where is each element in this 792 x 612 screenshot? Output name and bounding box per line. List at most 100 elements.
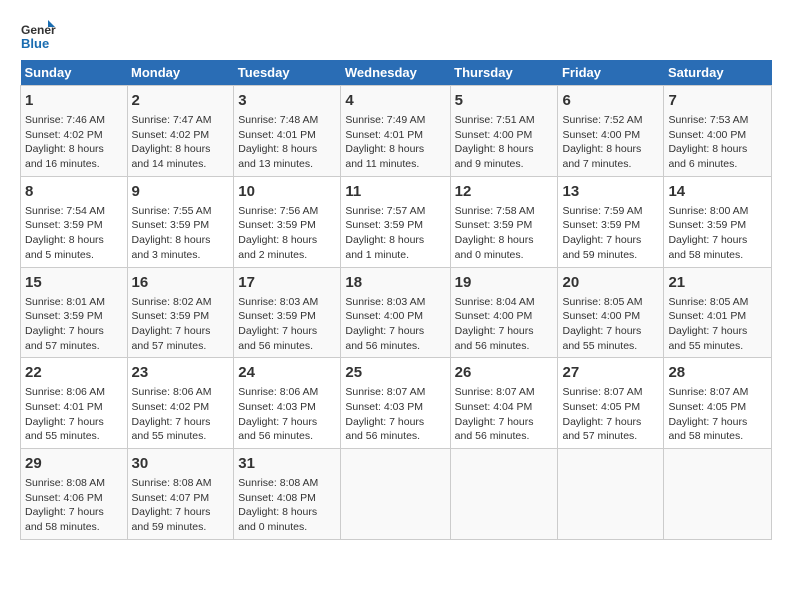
day-number: 5 bbox=[455, 90, 554, 111]
cell-content: Sunrise: 8:03 AM Sunset: 4:00 PM Dayligh… bbox=[345, 295, 445, 354]
calendar-cell: 31Sunrise: 8:08 AM Sunset: 4:08 PM Dayli… bbox=[234, 449, 341, 540]
calendar-cell: 14Sunrise: 8:00 AM Sunset: 3:59 PM Dayli… bbox=[664, 176, 772, 267]
day-number: 4 bbox=[345, 90, 445, 111]
day-number: 31 bbox=[238, 453, 336, 474]
day-number: 1 bbox=[25, 90, 123, 111]
day-number: 24 bbox=[238, 362, 336, 383]
day-number: 2 bbox=[132, 90, 230, 111]
cell-content: Sunrise: 7:56 AM Sunset: 3:59 PM Dayligh… bbox=[238, 204, 336, 263]
cell-content: Sunrise: 8:06 AM Sunset: 4:02 PM Dayligh… bbox=[132, 385, 230, 444]
header-cell-wednesday: Wednesday bbox=[341, 60, 450, 86]
cell-content: Sunrise: 8:02 AM Sunset: 3:59 PM Dayligh… bbox=[132, 295, 230, 354]
cell-content: Sunrise: 7:52 AM Sunset: 4:00 PM Dayligh… bbox=[562, 113, 659, 172]
header-cell-saturday: Saturday bbox=[664, 60, 772, 86]
day-number: 6 bbox=[562, 90, 659, 111]
day-number: 11 bbox=[345, 181, 445, 202]
day-number: 9 bbox=[132, 181, 230, 202]
day-number: 14 bbox=[668, 181, 767, 202]
calendar-cell: 3Sunrise: 7:48 AM Sunset: 4:01 PM Daylig… bbox=[234, 86, 341, 177]
cell-content: Sunrise: 7:58 AM Sunset: 3:59 PM Dayligh… bbox=[455, 204, 554, 263]
day-number: 8 bbox=[25, 181, 123, 202]
day-number: 26 bbox=[455, 362, 554, 383]
cell-content: Sunrise: 8:00 AM Sunset: 3:59 PM Dayligh… bbox=[668, 204, 767, 263]
day-number: 21 bbox=[668, 272, 767, 293]
calendar-cell: 15Sunrise: 8:01 AM Sunset: 3:59 PM Dayli… bbox=[21, 267, 128, 358]
calendar-cell: 7Sunrise: 7:53 AM Sunset: 4:00 PM Daylig… bbox=[664, 86, 772, 177]
cell-content: Sunrise: 8:04 AM Sunset: 4:00 PM Dayligh… bbox=[455, 295, 554, 354]
header-cell-monday: Monday bbox=[127, 60, 234, 86]
calendar-cell: 8Sunrise: 7:54 AM Sunset: 3:59 PM Daylig… bbox=[21, 176, 128, 267]
header: General Blue bbox=[20, 18, 772, 54]
cell-content: Sunrise: 7:59 AM Sunset: 3:59 PM Dayligh… bbox=[562, 204, 659, 263]
calendar-cell: 20Sunrise: 8:05 AM Sunset: 4:00 PM Dayli… bbox=[558, 267, 664, 358]
cell-content: Sunrise: 7:46 AM Sunset: 4:02 PM Dayligh… bbox=[25, 113, 123, 172]
calendar-cell: 12Sunrise: 7:58 AM Sunset: 3:59 PM Dayli… bbox=[450, 176, 558, 267]
calendar-cell: 29Sunrise: 8:08 AM Sunset: 4:06 PM Dayli… bbox=[21, 449, 128, 540]
day-number: 20 bbox=[562, 272, 659, 293]
calendar-cell: 25Sunrise: 8:07 AM Sunset: 4:03 PM Dayli… bbox=[341, 358, 450, 449]
cell-content: Sunrise: 8:06 AM Sunset: 4:01 PM Dayligh… bbox=[25, 385, 123, 444]
day-number: 30 bbox=[132, 453, 230, 474]
cell-content: Sunrise: 8:08 AM Sunset: 4:06 PM Dayligh… bbox=[25, 476, 123, 535]
cell-content: Sunrise: 7:57 AM Sunset: 3:59 PM Dayligh… bbox=[345, 204, 445, 263]
cell-content: Sunrise: 7:51 AM Sunset: 4:00 PM Dayligh… bbox=[455, 113, 554, 172]
day-number: 27 bbox=[562, 362, 659, 383]
cell-content: Sunrise: 8:06 AM Sunset: 4:03 PM Dayligh… bbox=[238, 385, 336, 444]
cell-content: Sunrise: 8:03 AM Sunset: 3:59 PM Dayligh… bbox=[238, 295, 336, 354]
day-number: 23 bbox=[132, 362, 230, 383]
calendar-cell bbox=[664, 449, 772, 540]
week-row-4: 22Sunrise: 8:06 AM Sunset: 4:01 PM Dayli… bbox=[21, 358, 772, 449]
day-number: 29 bbox=[25, 453, 123, 474]
calendar-cell bbox=[450, 449, 558, 540]
calendar-cell: 13Sunrise: 7:59 AM Sunset: 3:59 PM Dayli… bbox=[558, 176, 664, 267]
calendar-cell: 22Sunrise: 8:06 AM Sunset: 4:01 PM Dayli… bbox=[21, 358, 128, 449]
day-number: 19 bbox=[455, 272, 554, 293]
calendar-cell: 26Sunrise: 8:07 AM Sunset: 4:04 PM Dayli… bbox=[450, 358, 558, 449]
cell-content: Sunrise: 7:47 AM Sunset: 4:02 PM Dayligh… bbox=[132, 113, 230, 172]
calendar-cell bbox=[558, 449, 664, 540]
week-row-2: 8Sunrise: 7:54 AM Sunset: 3:59 PM Daylig… bbox=[21, 176, 772, 267]
cell-content: Sunrise: 8:05 AM Sunset: 4:01 PM Dayligh… bbox=[668, 295, 767, 354]
logo: General Blue bbox=[20, 18, 56, 54]
calendar-cell: 6Sunrise: 7:52 AM Sunset: 4:00 PM Daylig… bbox=[558, 86, 664, 177]
calendar-cell: 5Sunrise: 7:51 AM Sunset: 4:00 PM Daylig… bbox=[450, 86, 558, 177]
day-number: 7 bbox=[668, 90, 767, 111]
cell-content: Sunrise: 7:54 AM Sunset: 3:59 PM Dayligh… bbox=[25, 204, 123, 263]
week-row-1: 1Sunrise: 7:46 AM Sunset: 4:02 PM Daylig… bbox=[21, 86, 772, 177]
cell-content: Sunrise: 7:55 AM Sunset: 3:59 PM Dayligh… bbox=[132, 204, 230, 263]
day-number: 25 bbox=[345, 362, 445, 383]
day-number: 28 bbox=[668, 362, 767, 383]
cell-content: Sunrise: 7:49 AM Sunset: 4:01 PM Dayligh… bbox=[345, 113, 445, 172]
day-number: 12 bbox=[455, 181, 554, 202]
page-container: General Blue SundayMondayTuesdayWednesda… bbox=[0, 0, 792, 550]
calendar-cell: 17Sunrise: 8:03 AM Sunset: 3:59 PM Dayli… bbox=[234, 267, 341, 358]
header-row: SundayMondayTuesdayWednesdayThursdayFrid… bbox=[21, 60, 772, 86]
calendar-cell: 16Sunrise: 8:02 AM Sunset: 3:59 PM Dayli… bbox=[127, 267, 234, 358]
calendar-cell: 4Sunrise: 7:49 AM Sunset: 4:01 PM Daylig… bbox=[341, 86, 450, 177]
calendar-cell: 19Sunrise: 8:04 AM Sunset: 4:00 PM Dayli… bbox=[450, 267, 558, 358]
cell-content: Sunrise: 8:07 AM Sunset: 4:05 PM Dayligh… bbox=[562, 385, 659, 444]
calendar-cell: 28Sunrise: 8:07 AM Sunset: 4:05 PM Dayli… bbox=[664, 358, 772, 449]
cell-content: Sunrise: 8:05 AM Sunset: 4:00 PM Dayligh… bbox=[562, 295, 659, 354]
day-number: 3 bbox=[238, 90, 336, 111]
header-cell-sunday: Sunday bbox=[21, 60, 128, 86]
calendar-cell: 2Sunrise: 7:47 AM Sunset: 4:02 PM Daylig… bbox=[127, 86, 234, 177]
calendar-cell: 21Sunrise: 8:05 AM Sunset: 4:01 PM Dayli… bbox=[664, 267, 772, 358]
calendar-cell: 30Sunrise: 8:08 AM Sunset: 4:07 PM Dayli… bbox=[127, 449, 234, 540]
day-number: 10 bbox=[238, 181, 336, 202]
calendar-cell: 24Sunrise: 8:06 AM Sunset: 4:03 PM Dayli… bbox=[234, 358, 341, 449]
calendar-cell: 18Sunrise: 8:03 AM Sunset: 4:00 PM Dayli… bbox=[341, 267, 450, 358]
week-row-3: 15Sunrise: 8:01 AM Sunset: 3:59 PM Dayli… bbox=[21, 267, 772, 358]
cell-content: Sunrise: 8:07 AM Sunset: 4:03 PM Dayligh… bbox=[345, 385, 445, 444]
logo-svg: General Blue bbox=[20, 18, 56, 54]
header-cell-tuesday: Tuesday bbox=[234, 60, 341, 86]
day-number: 16 bbox=[132, 272, 230, 293]
cell-content: Sunrise: 8:07 AM Sunset: 4:05 PM Dayligh… bbox=[668, 385, 767, 444]
cell-content: Sunrise: 8:07 AM Sunset: 4:04 PM Dayligh… bbox=[455, 385, 554, 444]
calendar-table: SundayMondayTuesdayWednesdayThursdayFrid… bbox=[20, 60, 772, 540]
day-number: 15 bbox=[25, 272, 123, 293]
calendar-cell: 9Sunrise: 7:55 AM Sunset: 3:59 PM Daylig… bbox=[127, 176, 234, 267]
week-row-5: 29Sunrise: 8:08 AM Sunset: 4:06 PM Dayli… bbox=[21, 449, 772, 540]
calendar-cell: 1Sunrise: 7:46 AM Sunset: 4:02 PM Daylig… bbox=[21, 86, 128, 177]
calendar-cell bbox=[341, 449, 450, 540]
